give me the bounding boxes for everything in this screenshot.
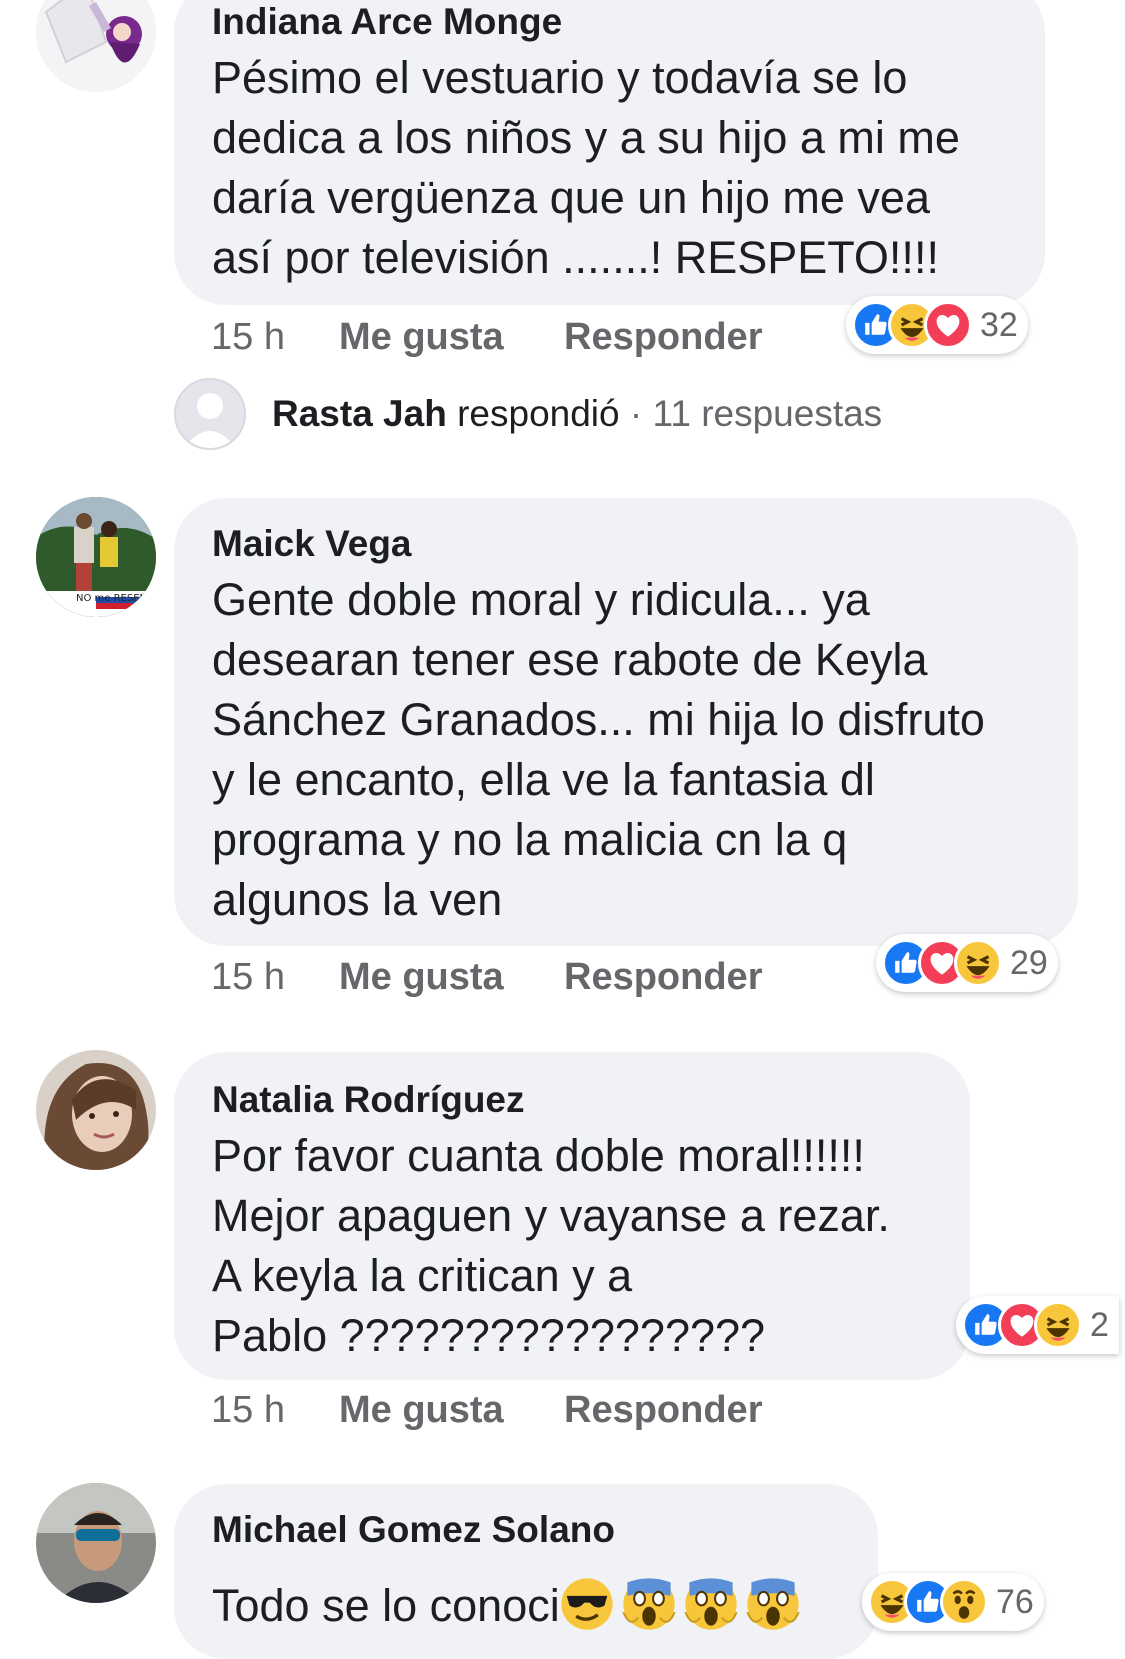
avatar[interactable] <box>36 1483 156 1603</box>
comment-line: dedica a los niños y a su hijo a mi me <box>212 112 960 163</box>
comment-line: desearan tener ese rabote de Keyla <box>212 634 928 685</box>
comment-text: Por favor cuanta doble moral!!!!!! Mejor… <box>212 1126 934 1366</box>
reaction-summary[interactable]: 76 <box>862 1573 1044 1631</box>
comment-line: y le encanto, ella ve la fantasia dl <box>212 754 875 805</box>
reaction-summary[interactable]: 32 <box>846 296 1028 354</box>
scream-emoji <box>746 1578 800 1630</box>
comment-actions: 15 h Me gusta Responder <box>211 316 762 359</box>
comment-line: Mejor apaguen y vayanse a rezar. <box>212 1190 890 1241</box>
reply-button[interactable]: Responder <box>564 1389 762 1432</box>
haha-icon <box>1034 1301 1082 1349</box>
reply-separator: · <box>629 393 643 434</box>
comment-timestamp[interactable]: 15 h <box>211 316 339 359</box>
reaction-count: 32 <box>980 305 1018 344</box>
comment-bubble: Indiana Arce Monge Pésimo el vestuario y… <box>174 0 1045 305</box>
reply-verb: respondió <box>457 393 620 434</box>
reply-button[interactable]: Responder <box>564 956 762 999</box>
comment-author[interactable]: Natalia Rodríguez <box>212 1074 934 1126</box>
comment-line: A keyla la critican y a <box>212 1250 633 1301</box>
comment-line: Pablo ????????????????? <box>212 1310 766 1361</box>
reaction-summary[interactable]: 29 <box>876 934 1058 992</box>
like-button[interactable]: Me gusta <box>339 316 564 359</box>
comment-line: programa y no la malicia cn la q <box>212 814 848 865</box>
reply-button[interactable]: Responder <box>564 316 762 359</box>
comment-bubble: Natalia Rodríguez Por favor cuanta doble… <box>174 1052 970 1380</box>
reply-author: Rasta Jah <box>272 393 447 434</box>
scream-emoji <box>684 1578 738 1630</box>
reply-summary-text: Rasta Jah respondió · 11 respuestas <box>272 393 882 435</box>
avatar-caption: NO me RESENTA <box>76 593 156 604</box>
comment-line: Sánchez Granados... mi hija lo disfruto <box>212 694 985 745</box>
comment-line: Por favor cuanta doble moral!!!!!! <box>212 1130 865 1181</box>
comment-line: daría vergüenza que un hijo me vea <box>212 172 930 223</box>
reaction-count: 29 <box>1010 943 1048 982</box>
comment-bubble: Maick Vega Gente doble moral y ridicula.… <box>174 498 1078 946</box>
reaction-count: 76 <box>996 1582 1034 1621</box>
comment-author[interactable]: Indiana Arce Monge <box>212 0 1009 48</box>
comment-line: Gente doble moral y ridicula... ya <box>212 574 870 625</box>
like-button[interactable]: Me gusta <box>339 956 564 999</box>
comment-line: Todo se lo conoci <box>212 1580 560 1631</box>
comment-line: algunos la ven <box>212 874 503 925</box>
reaction-summary[interactable]: 2 <box>956 1296 1119 1354</box>
comment-line: así por televisión .......! RESPETO!!!! <box>212 232 939 283</box>
haha-icon <box>954 939 1002 987</box>
avatar[interactable]: NO me RESENTA <box>36 497 156 617</box>
comment-text: Todo se lo conoci <box>212 1576 842 1636</box>
comment-timestamp[interactable]: 15 h <box>211 1389 339 1432</box>
avatar[interactable] <box>36 0 156 92</box>
comment-actions: 15 h Me gusta Responder <box>211 1389 762 1432</box>
comment-timestamp[interactable]: 15 h <box>211 956 339 999</box>
reaction-count: 2 <box>1090 1305 1109 1344</box>
comment-line: Pésimo el vestuario y todavía se lo <box>212 52 908 103</box>
comment-text: Gente doble moral y ridicula... ya desea… <box>212 570 1042 930</box>
love-icon <box>924 301 972 349</box>
comment-actions: 15 h Me gusta Responder <box>211 956 762 999</box>
view-replies-link[interactable]: Rasta Jah respondió · 11 respuestas <box>174 378 882 450</box>
comment-text: Pésimo el vestuario y todavía se lo dedi… <box>212 48 1009 288</box>
avatar <box>174 378 246 450</box>
wow-icon <box>940 1578 988 1626</box>
avatar[interactable] <box>36 1050 156 1170</box>
scream-emoji <box>622 1578 676 1630</box>
sunglasses-emoji <box>561 1578 613 1630</box>
reply-count: 11 respuestas <box>652 393 883 434</box>
comment-author[interactable]: Maick Vega <box>212 518 1042 570</box>
like-button[interactable]: Me gusta <box>339 1389 564 1432</box>
comment-author[interactable]: Michael Gomez Solano <box>212 1504 842 1556</box>
comment-bubble: Michael Gomez Solano Todo se lo conoci <box>174 1484 878 1659</box>
